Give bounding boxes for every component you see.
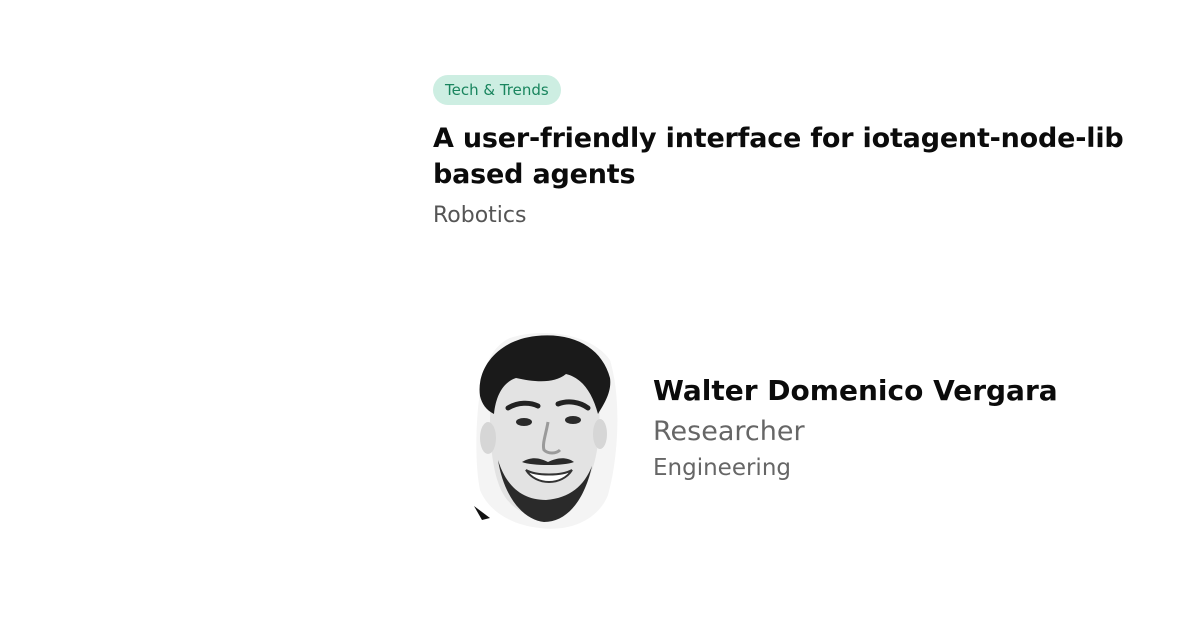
category-tag[interactable]: Tech & Trends xyxy=(433,75,561,105)
author-avatar xyxy=(474,333,618,529)
author-info: Walter Domenico Vergara Researcher Engin… xyxy=(653,372,1058,484)
post-title[interactable]: A user-friendly interface for iotagent-n… xyxy=(433,121,1173,193)
author-name[interactable]: Walter Domenico Vergara xyxy=(653,372,1058,410)
author-block: Walter Domenico Vergara Researcher Engin… xyxy=(470,330,1170,535)
post-header: Tech & Trends A user-friendly interface … xyxy=(433,75,1173,231)
post-category: Robotics xyxy=(433,203,527,228)
post-card: Tech & Trends A user-friendly interface … xyxy=(0,0,1200,627)
author-role: Researcher xyxy=(653,416,805,447)
author-department: Engineering xyxy=(653,455,791,481)
